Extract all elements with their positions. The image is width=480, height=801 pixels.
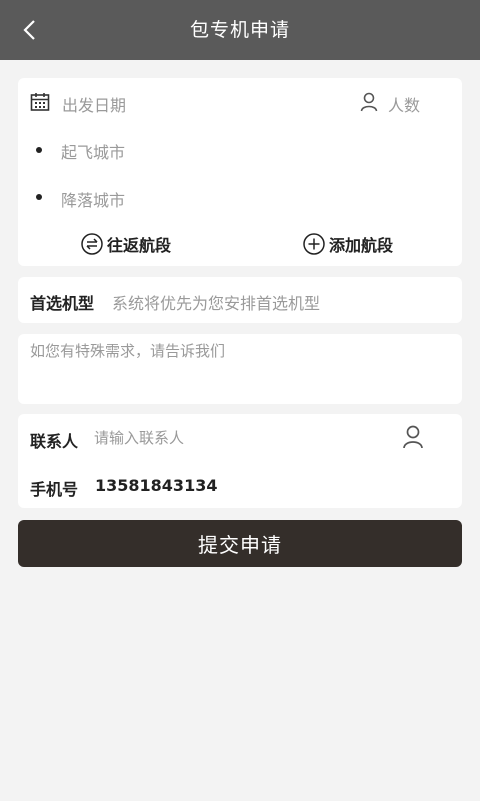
- contact-name-label: 联系人: [30, 432, 79, 451]
- calendar-icon: [30, 93, 50, 111]
- contact-name-input[interactable]: [94, 426, 374, 450]
- round-trip-button[interactable]: 往返航段: [81, 232, 171, 256]
- contact-card: 联系人 手机号 13581843134: [18, 414, 462, 508]
- arrival-bullet: [36, 194, 42, 200]
- special-requirements-input[interactable]: [30, 340, 450, 398]
- passenger-count-field[interactable]: 人数: [358, 88, 458, 116]
- submit-button[interactable]: 提交申请: [18, 520, 462, 567]
- phone-label: 手机号: [30, 480, 79, 499]
- swap-icon: [81, 233, 103, 255]
- date-picker[interactable]: 出发日期: [28, 88, 328, 116]
- aircraft-label: 首选机型: [30, 294, 95, 313]
- arrival-city-field[interactable]: 降落城市: [61, 187, 125, 211]
- special-requirements-card: [18, 334, 462, 404]
- add-segment-label: 添加航段: [329, 236, 394, 255]
- departure-city-field[interactable]: 起飞城市: [61, 139, 125, 163]
- add-segment-button[interactable]: 添加航段: [303, 232, 393, 256]
- title-bar: 包专机申请: [0, 0, 480, 60]
- departure-bullet: [36, 147, 42, 153]
- date-placeholder: 出发日期: [62, 96, 127, 115]
- passengers-placeholder: 人数: [388, 96, 421, 115]
- person-icon: [360, 92, 378, 112]
- aircraft-preference-card[interactable]: 首选机型 系统将优先为您安排首选机型: [18, 277, 462, 323]
- plus-circle-icon: [303, 233, 325, 255]
- flight-info-card: 出发日期 人数 起飞城市 降落城市 往返航段 添加航段: [18, 78, 462, 266]
- page-title: 包专机申请: [189, 19, 290, 41]
- contact-picker-icon[interactable]: [402, 425, 424, 449]
- phone-value[interactable]: 13581843134: [95, 476, 217, 495]
- round-trip-label: 往返航段: [107, 236, 172, 255]
- aircraft-placeholder: 系统将优先为您安排首选机型: [112, 294, 321, 313]
